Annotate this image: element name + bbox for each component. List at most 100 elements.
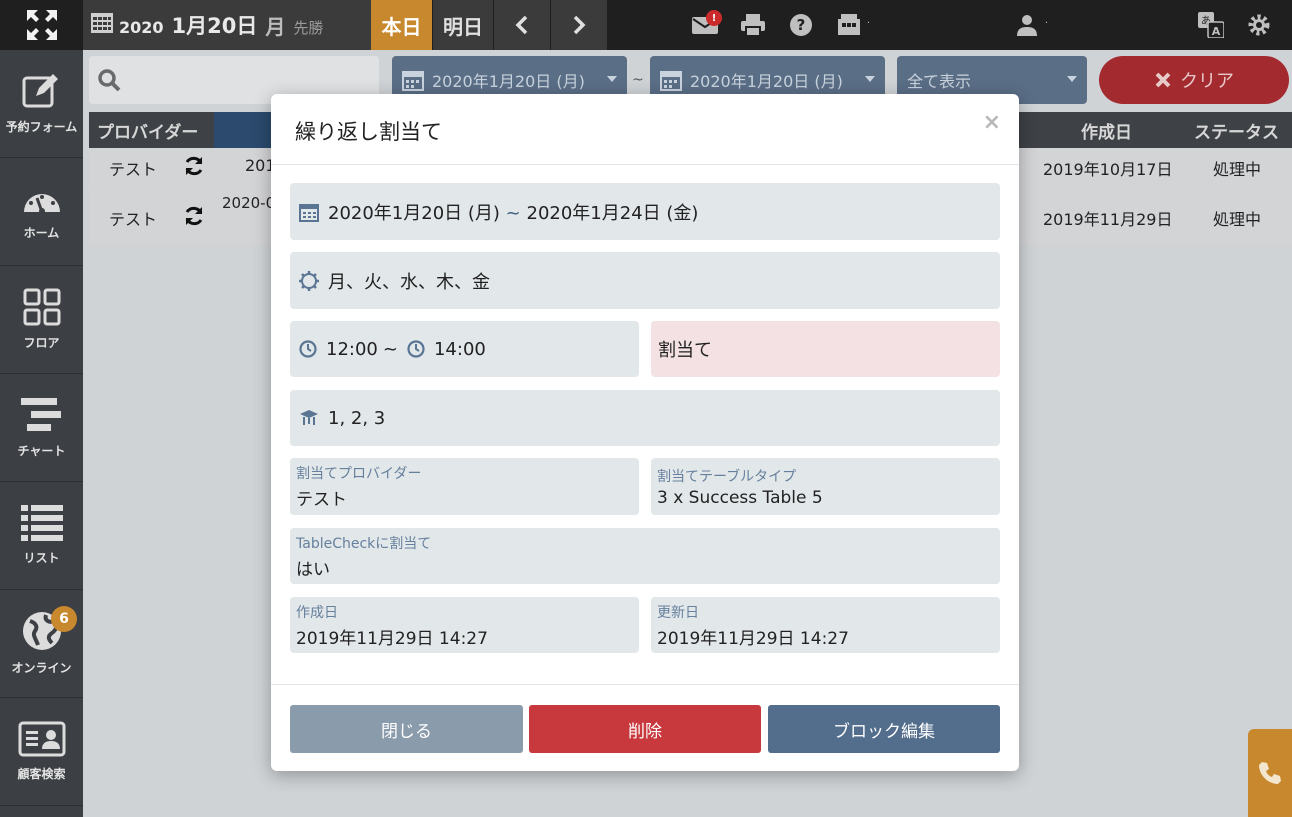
tables-value: 1, 2, 3	[328, 407, 386, 429]
sidebar-item-label: チャート	[17, 444, 66, 458]
date-year: 2020	[119, 17, 164, 37]
delete-button[interactable]: 削除	[529, 705, 761, 753]
translate-icon: あA	[1198, 12, 1224, 38]
sidebar-item-customer-search[interactable]: 顧客検索	[0, 698, 83, 806]
user-button[interactable]: ·	[1012, 10, 1048, 40]
mail-badge: !	[706, 10, 722, 26]
edit-icon	[22, 74, 58, 108]
time-start: 12:00	[326, 338, 378, 360]
row-created: 2019年11月29日	[1043, 210, 1173, 229]
dashboard-icon	[23, 194, 60, 214]
column-header-status[interactable]: ステータス	[1194, 118, 1279, 143]
assign-type-value: 割当て	[658, 340, 712, 361]
date-range-field[interactable]: 2020年1月20日 (月) ~ 2020年1月24日 (金)	[290, 183, 1000, 240]
row-status: 処理中	[1213, 210, 1262, 229]
assign-type-field[interactable]: 割当て	[651, 321, 1000, 377]
tablecheck-label: TableCheckに割当て	[296, 535, 432, 552]
caret-down-icon	[865, 76, 875, 82]
clear-button-label: クリア	[1180, 71, 1234, 92]
next-day-button[interactable]	[550, 0, 607, 50]
online-count-badge: 6	[51, 606, 77, 632]
date-weekday: 月	[265, 14, 286, 39]
date-tilde: ~	[505, 202, 521, 224]
column-header-created[interactable]: 作成日	[1081, 118, 1132, 143]
search-icon	[98, 69, 121, 92]
tomorrow-button[interactable]: 明日	[432, 0, 493, 50]
row-status: 処理中	[1213, 160, 1262, 179]
sidebar-item-label: オンライン	[11, 661, 72, 675]
row-provider: テスト	[109, 160, 158, 179]
phone-icon	[1259, 762, 1281, 784]
tablecheck-field[interactable]: TableCheckに割当て はい	[290, 528, 1000, 584]
close-icon	[1155, 72, 1171, 88]
chart-bars-icon	[20, 398, 61, 431]
settings-button[interactable]	[1244, 10, 1274, 40]
updated-field: 更新日 2019年11月29日 14:27	[651, 597, 1000, 653]
date-to-value: 2020年1月20日 (月)	[690, 72, 843, 91]
weekdays-value: 月、火、水、木、金	[328, 271, 490, 293]
show-all-value: 全て表示	[907, 72, 972, 91]
caret-down-icon	[607, 76, 617, 82]
language-button[interactable]: あA	[1196, 10, 1226, 40]
time-range-field[interactable]: 12:00 ~ 14:00	[290, 321, 639, 377]
row-provider: テスト	[109, 210, 158, 229]
updated-label: 更新日	[657, 604, 699, 621]
clear-button[interactable]: クリア	[1099, 56, 1289, 104]
top-bar: 2020 1月20日 月 先勝 本日 明日 ! ? · · あA	[0, 0, 1292, 50]
row-created: 2019年10月17日	[1043, 160, 1173, 179]
updated-value: 2019年11月29日 14:27	[657, 628, 849, 649]
sidebar-item-home[interactable]: ホーム	[0, 158, 83, 266]
sidebar-item-label: フロア	[23, 336, 60, 350]
app-logo-icon[interactable]	[0, 0, 83, 50]
provider-label: 割当てプロバイダー	[296, 466, 422, 482]
sidebar-item-chart[interactable]: チャート	[0, 374, 83, 482]
table-type-field[interactable]: 割当てテーブルタイプ 3 x Success Table 5	[651, 458, 1000, 515]
created-label: 作成日	[296, 604, 338, 621]
date-range-tilde: ~	[632, 72, 644, 88]
table-type-label: 割当てテーブルタイプ	[657, 468, 797, 485]
column-header-provider[interactable]: プロバイダー	[97, 118, 198, 143]
id-card-icon	[18, 721, 65, 757]
help-button[interactable]: ?	[786, 10, 816, 40]
created-value: 2019年11月29日 14:27	[296, 628, 488, 649]
floor-grid-icon	[23, 288, 60, 326]
date-from-value: 2020年1月20日 (月)	[432, 72, 585, 91]
sidebar-item-label: リスト	[23, 551, 60, 565]
gear-icon	[1248, 14, 1270, 36]
register-button[interactable]: ·	[834, 10, 870, 40]
help-icon: ?	[790, 14, 812, 36]
prev-day-button[interactable]	[493, 0, 550, 50]
edit-block-button[interactable]: ブロック編集	[768, 705, 1000, 753]
print-button[interactable]	[738, 10, 768, 40]
modal-footer: 閉じる 削除 ブロック編集	[271, 684, 1019, 771]
sidebar-item-online[interactable]: 6 オンライン	[0, 590, 83, 698]
date-start: 2020年1月20日 (月)	[328, 202, 500, 224]
caret-down-icon	[1067, 76, 1077, 82]
svg-text:A: A	[1212, 25, 1221, 38]
weekdays-field[interactable]: 月、火、水、木、金	[290, 252, 1000, 309]
calendar-grid-icon	[91, 13, 113, 37]
modal-close-button[interactable]: ×	[983, 110, 1001, 135]
provider-field[interactable]: 割当てプロバイダー テスト	[290, 458, 639, 515]
close-button[interactable]: 閉じる	[290, 705, 523, 753]
phone-button[interactable]	[1248, 729, 1292, 817]
today-button[interactable]: 本日	[371, 0, 432, 50]
clock-icon	[407, 340, 425, 358]
print-icon	[741, 14, 765, 36]
sidebar-item-label: 予約フォーム	[5, 120, 78, 134]
mail-button[interactable]: !	[690, 10, 722, 40]
chevron-right-icon	[573, 15, 586, 35]
sidebar-item-list[interactable]: リスト	[0, 482, 83, 590]
time-tilde: ~	[382, 338, 398, 360]
calendar-icon	[402, 71, 424, 91]
modal-title: 繰り返し割当て	[295, 120, 442, 144]
date-rokuyo: 先勝	[293, 18, 324, 37]
tables-field[interactable]: 1, 2, 3	[290, 390, 1000, 446]
sidebar-item-floor[interactable]: フロア	[0, 266, 83, 374]
current-date-display[interactable]: 2020 1月20日 月 先勝	[83, 0, 371, 50]
clock-icon	[299, 340, 317, 358]
recurring-assignment-modal: 繰り返し割当て × 2020年1月20日 (月) ~ 2020年1月24日 (金…	[271, 94, 1019, 771]
register-icon	[838, 14, 860, 35]
sidebar-item-reservation-form[interactable]: 予約フォーム	[0, 50, 83, 158]
table-icon	[300, 410, 318, 425]
